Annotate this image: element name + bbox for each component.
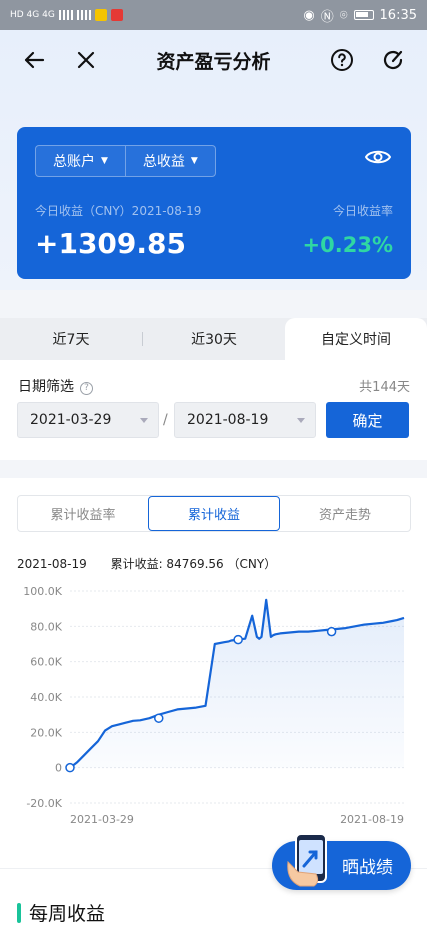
eye-icon[interactable]: [365, 149, 391, 165]
caret-down-icon: ▼: [101, 156, 108, 166]
day-count: 共144天: [359, 380, 410, 395]
help-button[interactable]: [326, 44, 358, 76]
y-tick-label: 20.0K: [30, 726, 62, 739]
close-button[interactable]: [70, 44, 102, 76]
tab-7-days[interactable]: 近7天: [0, 318, 142, 360]
account-dropdown-label: 总账户: [53, 154, 95, 170]
location-icon: ⌾: [339, 7, 348, 23]
period-tabs: 近7天 近30天 自定义时间: [0, 318, 427, 360]
clock: 16:35: [379, 7, 417, 23]
navbar: 资产盈亏分析: [0, 30, 427, 90]
y-tick-label: 60.0K: [30, 656, 62, 669]
date-filter-label: 日期筛选?: [18, 376, 93, 396]
date-filter-title: 日期筛选: [18, 379, 74, 395]
status-bar: HD 4G 4G ◉ Ⓝ ⌾ 16:35: [0, 0, 427, 30]
dropdown-group: 总账户 ▼ 总收益 ▼: [35, 145, 216, 177]
series-area: [70, 599, 404, 768]
arrow-left-icon: [24, 51, 45, 69]
today-rate-value: +0.23%: [302, 233, 393, 257]
tab-30-days[interactable]: 近30天: [143, 318, 285, 360]
x-tick-label: 2021-03-29: [70, 813, 134, 826]
y-tick-label: -20.0K: [26, 797, 62, 810]
end-date-value: 2021-08-19: [187, 412, 269, 428]
page-title: 资产盈亏分析: [156, 51, 271, 73]
weekly-title: 每周收益: [17, 899, 105, 926]
status-left: HD 4G 4G: [10, 9, 123, 21]
y-tick-label: 0: [55, 762, 62, 775]
metric-dropdown[interactable]: 总收益 ▼: [124, 146, 215, 176]
caret-down-icon: ▼: [190, 156, 198, 166]
data-point-marker: [326, 626, 337, 637]
start-date-select[interactable]: 2021-03-29: [17, 402, 159, 438]
status-right: ◉ Ⓝ ⌾ 16:35: [303, 6, 417, 25]
nfc-icon: Ⓝ: [320, 9, 334, 25]
help-circle-icon: [331, 49, 353, 71]
data-point-marker: [233, 634, 243, 645]
today-rate-label: 今日收益率: [332, 204, 393, 218]
refresh-icon: [383, 50, 403, 70]
account-dropdown[interactable]: 总账户 ▼: [36, 146, 125, 176]
caret-down-icon: [297, 418, 305, 423]
metric-dropdown-label: 总收益: [142, 154, 185, 170]
date-filter: 日期筛选? 共144天 2021-03-29 / 2021-08-19 确定: [0, 360, 427, 460]
today-profit-value: +1309.85: [35, 227, 186, 260]
end-date-select[interactable]: 2021-08-19: [174, 402, 316, 438]
weekly-title-text: 每周收益: [29, 903, 106, 925]
tab-custom-time[interactable]: 自定义时间: [285, 318, 427, 360]
y-tick-label: 100.0K: [23, 585, 62, 598]
x-tick-label: 2021-08-19: [340, 813, 404, 826]
profit-chart[interactable]: 100.0K 80.0K 60.0K 40.0K 20.0K 0 -20.0K 2021-03…: [0, 478, 427, 868]
chart-panel: 累计收益率 累计收益 资产走势 2021-08-19 累计收益: 84769.5…: [0, 478, 427, 868]
phone-share-icon[interactable]: [286, 832, 334, 890]
signal-icon-2: [76, 10, 91, 20]
app-notification-icon: [94, 9, 107, 21]
section-marker: [17, 902, 21, 923]
question-icon[interactable]: ?: [80, 382, 93, 395]
signal-icon: [58, 10, 73, 20]
close-icon: [77, 51, 95, 69]
refresh-button[interactable]: [377, 44, 409, 76]
share-label: 晒战绩: [342, 858, 393, 878]
y-tick-label: 40.0K: [30, 691, 62, 704]
y-tick-label: 80.0K: [30, 620, 62, 633]
date-separator: /: [163, 412, 168, 428]
battery-icon: [353, 10, 374, 20]
today-profit-label: 今日收益（CNY）2021-08-19: [35, 204, 202, 218]
start-date-value: 2021-03-29: [30, 412, 112, 428]
network-label: HD 4G 4G: [10, 10, 55, 20]
app-notification-icon-2: [110, 9, 123, 21]
data-point-marker: [154, 713, 164, 723]
back-button[interactable]: [18, 44, 50, 76]
caret-down-icon: [140, 418, 148, 423]
data-point-marker: [65, 762, 75, 773]
summary-card: 总账户 ▼ 总收益 ▼ 今日收益（CNY）2021-08-19 今日收益率 +1…: [17, 127, 411, 279]
eye-status-icon: ◉: [303, 7, 315, 23]
confirm-button[interactable]: 确定: [326, 402, 409, 438]
